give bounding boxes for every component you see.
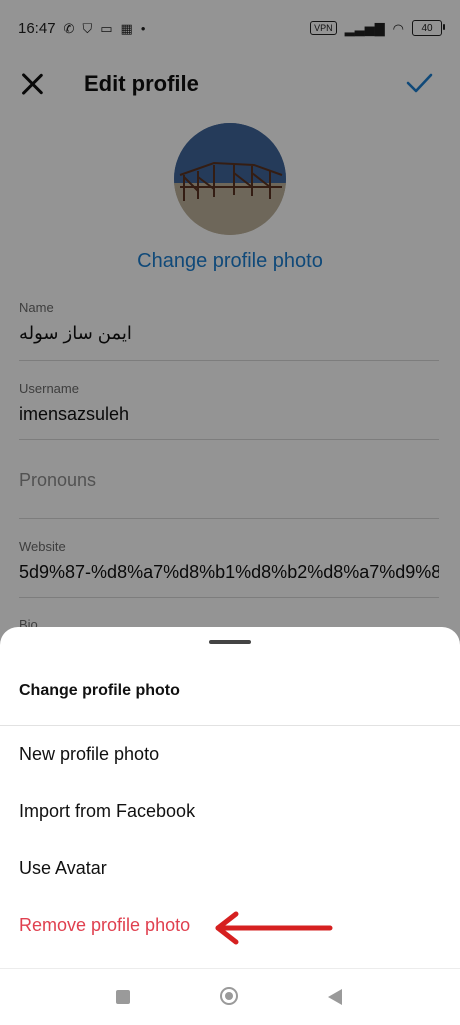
bottom-sheet: Change profile photo New profile photo I… [0,627,460,1024]
remove-profile-photo-option[interactable]: Remove profile photo [19,915,190,936]
sheet-handle[interactable] [209,640,251,644]
back-icon[interactable] [328,989,342,1005]
recents-icon[interactable] [116,990,130,1004]
home-icon[interactable] [220,987,238,1005]
sheet-divider [0,725,460,726]
new-profile-photo-option[interactable]: New profile photo [19,744,159,765]
sheet-title: Change profile photo [19,682,180,699]
navigation-bar [0,968,460,1025]
red-arrow-annotation-icon [215,911,333,945]
use-avatar-option[interactable]: Use Avatar [19,858,107,879]
import-from-facebook-option[interactable]: Import from Facebook [19,801,195,822]
